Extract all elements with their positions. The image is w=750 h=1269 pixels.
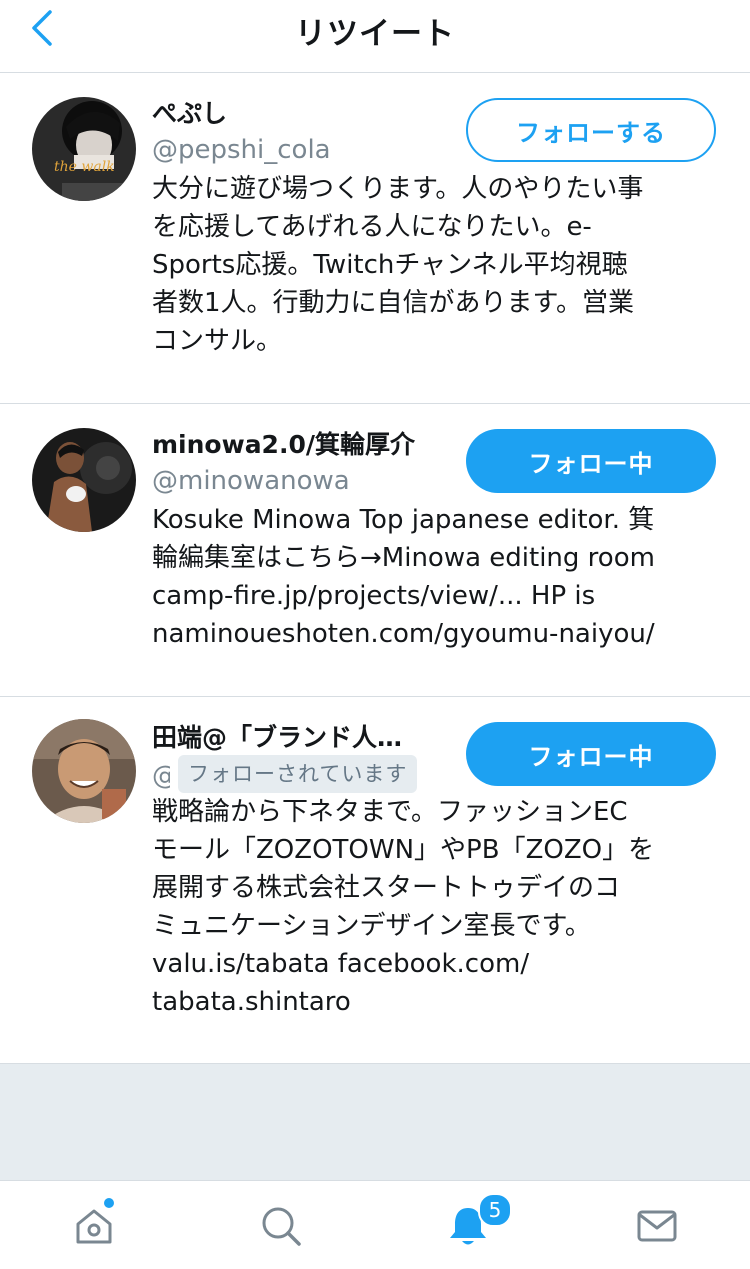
user-name[interactable]: ぺぷし — [152, 97, 227, 131]
mail-icon — [637, 1210, 676, 1241]
tab-messages[interactable] — [563, 1181, 750, 1269]
user-handle-row: @フォローされています — [152, 755, 418, 793]
tab-bar: 5 — [0, 1180, 750, 1269]
user-row[interactable]: minowa2.0/箕輪厚介 @minowanowa フォロー中 Kosuke … — [0, 404, 750, 697]
bio-line: コンサル。 — [152, 326, 283, 356]
bio-line: 者数1人。行動力に自信があります。営業 — [152, 288, 634, 318]
home-icon — [76, 1209, 111, 1243]
page-title: リツイート — [295, 16, 455, 52]
tab-search[interactable] — [187, 1181, 374, 1269]
user-handle[interactable]: @minowanowa — [152, 464, 350, 498]
avatar[interactable]: the walk — [32, 97, 136, 201]
following-button[interactable]: フォロー中 — [466, 722, 716, 786]
retweets-screen: リツイート the walk ぺぷし @pepshi_cola フォローする 大… — [0, 0, 750, 1269]
search-icon — [262, 1207, 301, 1246]
avatar[interactable] — [32, 719, 136, 823]
user-row[interactable]: 田端@「ブランド人… @フォローされています フォロー中 戦略論から下ネタまで。… — [0, 697, 750, 1064]
user-handle[interactable]: @pepshi_cola — [152, 133, 331, 167]
notification-badge: 5 — [478, 1193, 512, 1227]
user-handle[interactable]: @ — [152, 759, 170, 793]
bio-line: を応援してあげれる人になりたい。e- — [152, 212, 592, 242]
bio-line: モール「ZOZOTOWN」やPB「ZOZO」を — [152, 835, 655, 865]
bio-line: 展開する株式会社スタートトゥデイのコ — [152, 873, 621, 903]
bio-line: ミュニケーションデザイン室長です。 — [152, 911, 591, 941]
tab-home[interactable] — [0, 1181, 187, 1269]
bio-line: Kosuke Minowa Top japanese editor. 箕 — [152, 505, 655, 535]
bio-line: 戦略論から下ネタまで。ファッションEC — [152, 797, 628, 827]
bio-line: 輪編集室はこちら→Minowa editing room — [152, 543, 655, 573]
avatar[interactable] — [32, 428, 136, 532]
user-name[interactable]: 田端@「ブランド人… — [152, 721, 402, 755]
home-indicator-dot — [104, 1198, 114, 1208]
tab-notifications[interactable]: 5 — [374, 1181, 561, 1269]
bio-line: 大分に遊び場つくります。人のやりたい事 — [152, 174, 644, 204]
bio-line: camp-fire.jp/projects/view/... HP is — [152, 581, 596, 611]
user-bio: Kosuke Minowa Top japanese editor. 箕 輪編集… — [152, 501, 727, 653]
nav-header: リツイート — [0, 0, 750, 73]
following-button[interactable]: フォロー中 — [466, 429, 716, 493]
follows-you-badge: フォローされています — [178, 755, 418, 793]
svg-text:the walk: the walk — [54, 159, 115, 175]
bio-line: tabata.shintaro — [152, 987, 351, 1017]
user-row[interactable]: the walk ぺぷし @pepshi_cola フォローする 大分に遊び場つ… — [0, 73, 750, 404]
follow-button[interactable]: フォローする — [466, 98, 716, 162]
empty-list-area — [0, 1064, 750, 1180]
user-bio: 戦略論から下ネタまで。ファッションEC モール「ZOZOTOWN」やPB「ZOZ… — [152, 793, 727, 1021]
user-bio: 大分に遊び場つくります。人のやりたい事 を応援してあげれる人になりたい。e- S… — [152, 170, 727, 360]
user-name[interactable]: minowa2.0/箕輪厚介 — [152, 428, 415, 462]
bio-line: Sports応援。Twitchチャンネル平均視聴 — [152, 250, 628, 280]
bio-line: naminoueshoten.com/gyoumu-naiyou/ — [152, 619, 655, 649]
bio-line: valu.is/tabata facebook.com/ — [152, 949, 530, 979]
